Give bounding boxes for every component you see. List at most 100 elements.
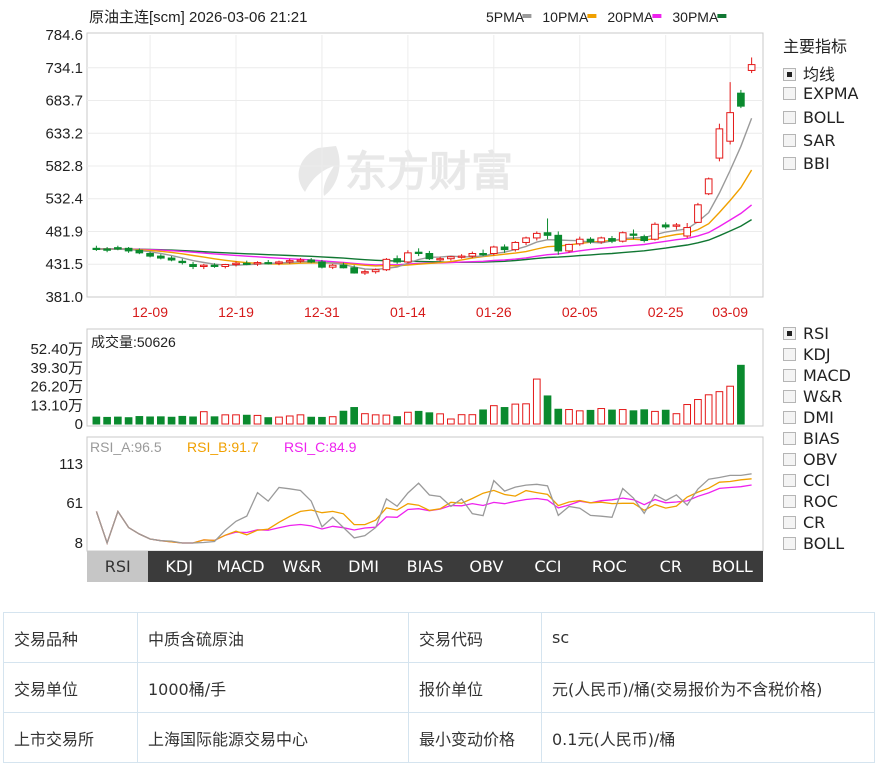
volume-bar [264, 417, 273, 425]
tab-dmi[interactable]: DMI [333, 551, 394, 582]
date-tick-label: 12-19 [218, 304, 254, 320]
tab-macd[interactable]: MACD [210, 551, 271, 582]
indicator-option-expma[interactable]: EXPMA [783, 84, 858, 103]
indicator-label: BOLL [803, 534, 845, 553]
tab-roc[interactable]: ROC [579, 551, 640, 582]
tab-kdj[interactable]: KDJ [148, 551, 209, 582]
indicator-option-cci[interactable]: CCI [783, 471, 830, 490]
volume-bar [382, 414, 391, 425]
volume-bar [704, 394, 713, 425]
indicator-checkbox[interactable] [783, 432, 796, 445]
indicator-option-macd[interactable]: MACD [783, 366, 851, 385]
volume-bar [489, 405, 498, 425]
indicator-checkbox[interactable] [783, 157, 796, 171]
volume-bar [586, 409, 595, 425]
tab-cci[interactable]: CCI [517, 551, 578, 582]
table-key-cell: 报价单位 [408, 662, 542, 713]
indicator-checkbox[interactable] [783, 516, 796, 529]
table-value-cell: 上海国际能源交易中心 [137, 712, 409, 763]
indicator-option-bias[interactable]: BIAS [783, 429, 840, 448]
candle [747, 57, 756, 74]
indicator-option-roc[interactable]: ROC [783, 492, 838, 511]
tab-bias[interactable]: BIAS [394, 551, 455, 582]
volume-bar [608, 409, 616, 425]
tab-boll[interactable]: BOLL [702, 551, 763, 582]
indicator-checkbox[interactable] [783, 369, 796, 382]
candle-body [371, 269, 380, 273]
tab-obv[interactable]: OBV [456, 551, 517, 582]
volume-bar [146, 416, 154, 425]
indicator-checkbox[interactable] [783, 110, 796, 124]
volume-tick-label: 13.10万 [30, 397, 83, 414]
volume-bar [640, 409, 649, 425]
volume-bar [694, 399, 702, 425]
legend-swatch [522, 14, 532, 18]
candle [103, 247, 111, 253]
volume-value: 50626 [137, 334, 176, 350]
indicator-checkbox[interactable] [783, 453, 796, 466]
candle-body [747, 64, 756, 71]
volume-bars [92, 364, 745, 425]
price-tick-label: 633.2 [45, 125, 83, 142]
indicator-checkbox[interactable] [783, 474, 796, 487]
candle-body [242, 262, 251, 265]
indicator-label: CR [803, 513, 826, 532]
volume-bar [328, 416, 337, 425]
candle-body [683, 227, 692, 237]
volume-bar [404, 411, 412, 425]
indicator-option-boll[interactable]: BOLL [783, 108, 844, 127]
indicator-checkbox[interactable] [783, 537, 796, 550]
candle-body [436, 258, 444, 261]
candle-body [532, 232, 541, 239]
indicator-checkbox[interactable] [783, 327, 796, 340]
indicator-checkbox[interactable] [783, 495, 796, 508]
indicator-option-boll[interactable]: BOLL [783, 534, 844, 553]
table-row: 交易品种 中质含硫原油 交易代码 sc [3, 612, 875, 663]
indicator-label: 均线 [803, 65, 836, 84]
tab-cr[interactable]: CR [640, 551, 701, 582]
rsi-labels: RSI_A:96.5 RSI_B:91.7 RSI_C:84.9 [90, 439, 357, 455]
indicator-checkbox[interactable] [783, 68, 796, 81]
candle [167, 256, 176, 262]
candle [425, 250, 434, 260]
indicator-option-rsi[interactable]: RSI [783, 324, 829, 343]
indicator-option-sar[interactable]: SAR [783, 131, 836, 150]
candle-body [189, 264, 197, 267]
indicator-label: EXPMA [803, 84, 859, 104]
indicator-option-dmi[interactable]: DMI [783, 408, 834, 427]
indicator-option-[interactable]: 均线 [783, 61, 835, 85]
candle-body [361, 271, 369, 274]
tab-wr[interactable]: W&R [271, 551, 332, 582]
indicator-checkbox[interactable] [783, 133, 796, 147]
candle-body [210, 264, 219, 267]
volume-bar [618, 409, 627, 425]
legend-swatch [652, 14, 662, 18]
candle-body [489, 246, 498, 255]
indicator-option-wr[interactable]: W&R [783, 387, 842, 406]
legend-label: 20PMA [607, 9, 654, 25]
candle-body [640, 236, 649, 242]
indicator-option-kdj[interactable]: KDJ [783, 345, 831, 364]
indicator-checkbox[interactable] [783, 411, 796, 424]
rsi-line [95, 484, 752, 546]
indicator-checkbox[interactable] [783, 390, 796, 403]
table-row: 交易单位 1000桶/手 报价单位 元(人民币)/桶(交易报价为不含税价格) [3, 662, 875, 713]
tab-rsi[interactable]: RSI [87, 551, 149, 582]
indicator-option-bbi[interactable]: BBI [783, 154, 830, 173]
kline-chart: 东方财富 784.6 734.1 683.7 633.2 582.8 532.4 481.9… [30, 9, 764, 552]
candle [489, 245, 498, 256]
indicator-option-obv[interactable]: OBV [783, 450, 837, 469]
volume-bar [554, 408, 563, 425]
indicator-option-cr[interactable]: CR [783, 513, 825, 532]
table-key-cell: 交易代码 [408, 612, 542, 663]
table-value-cell: sc [541, 612, 875, 663]
candle [92, 245, 101, 251]
candle-body [328, 264, 337, 268]
candle-body [114, 247, 122, 250]
candle [447, 256, 455, 261]
candle-body [479, 253, 487, 256]
indicator-checkbox[interactable] [783, 348, 796, 361]
candle [522, 236, 530, 246]
indicator-checkbox[interactable] [783, 87, 796, 101]
date-tick-label: 01-14 [390, 304, 426, 320]
